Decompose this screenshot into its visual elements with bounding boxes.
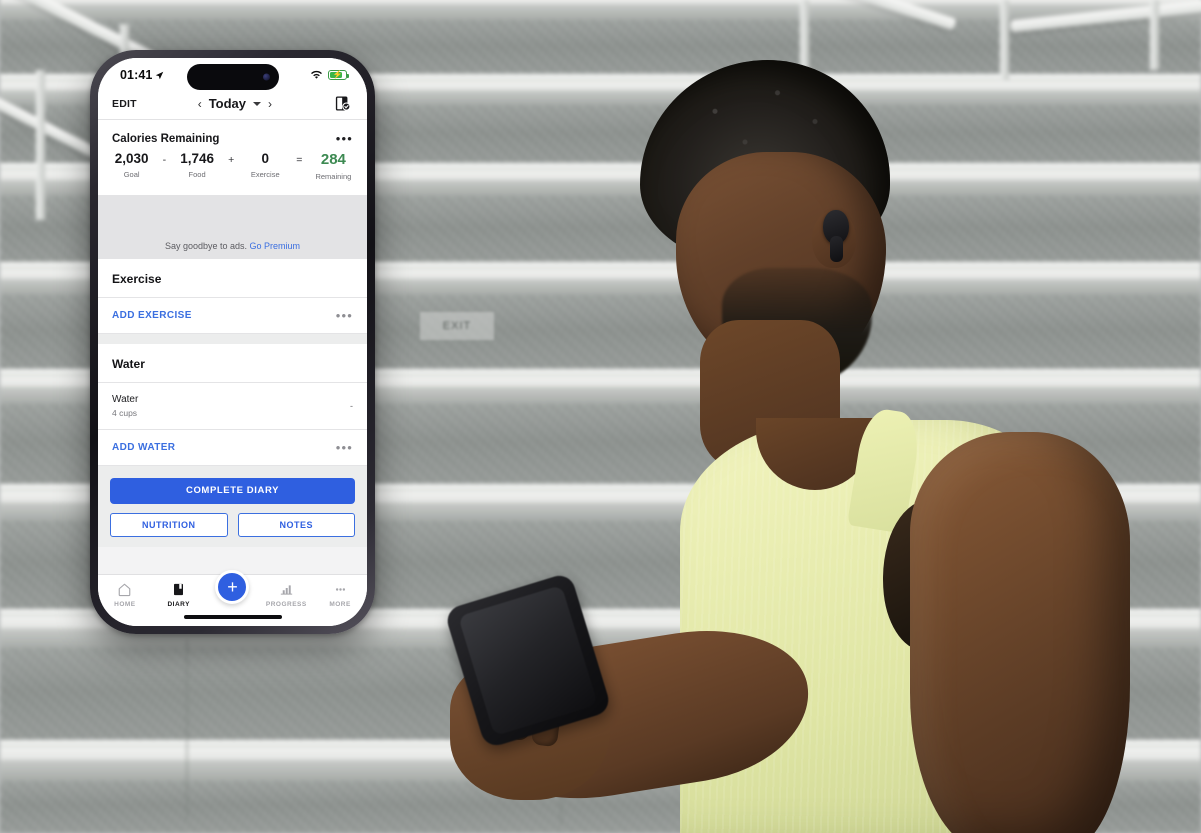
bottom-tab-bar: HOME DIARY + PROGRESS MORE [98,570,367,626]
handrail-post [1150,0,1159,70]
calories-title: Calories Remaining [112,132,220,145]
calories-food-value: 1,746 [180,151,214,166]
calories-food-label: Food [188,169,206,179]
calories-food: 1,746 Food [175,151,219,179]
bar-chart-icon [280,585,293,595]
home-icon [119,583,131,597]
stair-seam [186,640,188,820]
person-torso [450,390,1200,833]
overflow-menu-icon[interactable]: ••• [336,132,353,145]
date-selector[interactable]: ‹ Today › [198,96,272,111]
exercise-section-heading: Exercise [98,258,367,298]
handrail-post [1000,0,1009,80]
status-bar: 01:41 ⚡ [98,58,367,90]
chevron-right-icon[interactable]: › [268,98,272,110]
calories-remaining-value: 284 [320,151,346,168]
tab-home[interactable]: HOME [99,582,151,608]
water-entry-text: Water 4 cups [112,394,138,418]
status-indicators: ⚡ [310,70,349,80]
calories-goal-label: Goal [123,169,140,179]
status-time: 01:41 [120,68,153,82]
dynamic-island [186,64,279,90]
ad-message: Say goodbye to ads. [164,240,248,251]
tab-more-label: MORE [329,601,351,608]
tab-progress-label: PROGRESS [265,601,307,608]
calories-remaining: 284 Remaining [311,151,355,181]
calories-breakdown: 2,030 Goal - 1,746 Food + 0 Exercise = 2… [98,147,367,195]
ad-text: Say goodbye to ads. Go Premium [165,241,300,251]
operator-minus: - [162,154,167,166]
complete-diary-button[interactable]: COMPLETE DIARY [110,477,355,504]
edit-button[interactable]: EDIT [112,98,137,110]
location-arrow-icon [156,71,164,79]
operator-plus: + [228,154,235,166]
tab-home-label: HOME [114,601,136,608]
add-exercise-row[interactable]: ADD EXERCISE ••• [98,297,367,334]
calories-header: Calories Remaining ••• [98,120,367,147]
nutrition-button[interactable]: NUTRITION [110,512,228,537]
water-entry-amount: 4 cups [112,407,138,418]
overflow-menu-icon[interactable]: ••• [336,309,353,322]
secondary-actions: NUTRITION NOTES [110,512,355,537]
calories-card: Calories Remaining ••• 2,030 Goal - 1,74… [98,120,367,195]
diary-book-icon [174,583,184,596]
calories-goal-value: 2,030 [114,151,149,166]
go-premium-link[interactable]: Go Premium [250,241,301,251]
person-head [640,60,890,388]
water-entry-value: - [350,400,353,411]
water-entry-row[interactable]: Water 4 cups - [98,382,367,430]
handrail-post [36,70,45,220]
tab-diary-label: DIARY [167,601,190,608]
date-label[interactable]: Today [209,96,246,111]
app-nav-bar: EDIT ‹ Today › [98,88,367,120]
battery-charging-icon: ⚡ [328,70,349,80]
overflow-menu-icon[interactable]: ••• [336,441,353,454]
section-divider [98,333,367,344]
earbud-stem [830,236,843,262]
upper-arm [910,432,1130,833]
home-indicator [183,615,282,619]
stair-tread [0,0,1201,20]
phone-screen: 01:41 ⚡ EDIT ‹ Today › Calories Remainin… [98,58,367,626]
plus-icon: + [227,577,238,597]
add-water-row[interactable]: ADD WATER ••• [98,429,367,466]
calories-exercise: 0 Exercise [243,151,287,179]
tab-more[interactable]: MORE [314,582,366,608]
calories-goal: 2,030 Goal [110,151,154,179]
calories-exercise-label: Exercise [250,169,280,179]
diary-actions: COMPLETE DIARY NUTRITION NOTES [98,465,367,547]
wifi-icon [311,70,322,79]
calories-remaining-label: Remaining [315,171,352,181]
premium-ad-banner[interactable]: Say goodbye to ads. Go Premium [98,194,367,259]
chevron-left-icon[interactable]: ‹ [198,98,202,110]
status-time-group: 01:41 [120,68,164,82]
water-entry-title: Water [112,393,139,405]
overflow-menu-icon [335,588,345,591]
water-section-heading: Water [98,343,367,383]
phone-mockup: 01:41 ⚡ EDIT ‹ Today › Calories Remainin… [90,50,375,634]
diary-content[interactable]: Calories Remaining ••• 2,030 Goal - 1,74… [98,120,367,574]
add-exercise-button[interactable]: ADD EXERCISE [112,310,192,321]
add-water-button[interactable]: ADD WATER [112,442,175,453]
notes-button[interactable]: NOTES [237,512,355,537]
operator-equals: = [296,154,303,166]
tab-diary[interactable]: DIARY [153,582,205,608]
exit-sign: EXIT [420,312,494,340]
diary-check-icon[interactable] [333,94,353,114]
caret-down-icon[interactable] [253,101,262,106]
add-entry-fab[interactable]: + [215,570,250,604]
calories-exercise-value: 0 [261,151,269,166]
tab-progress[interactable]: PROGRESS [260,582,312,608]
